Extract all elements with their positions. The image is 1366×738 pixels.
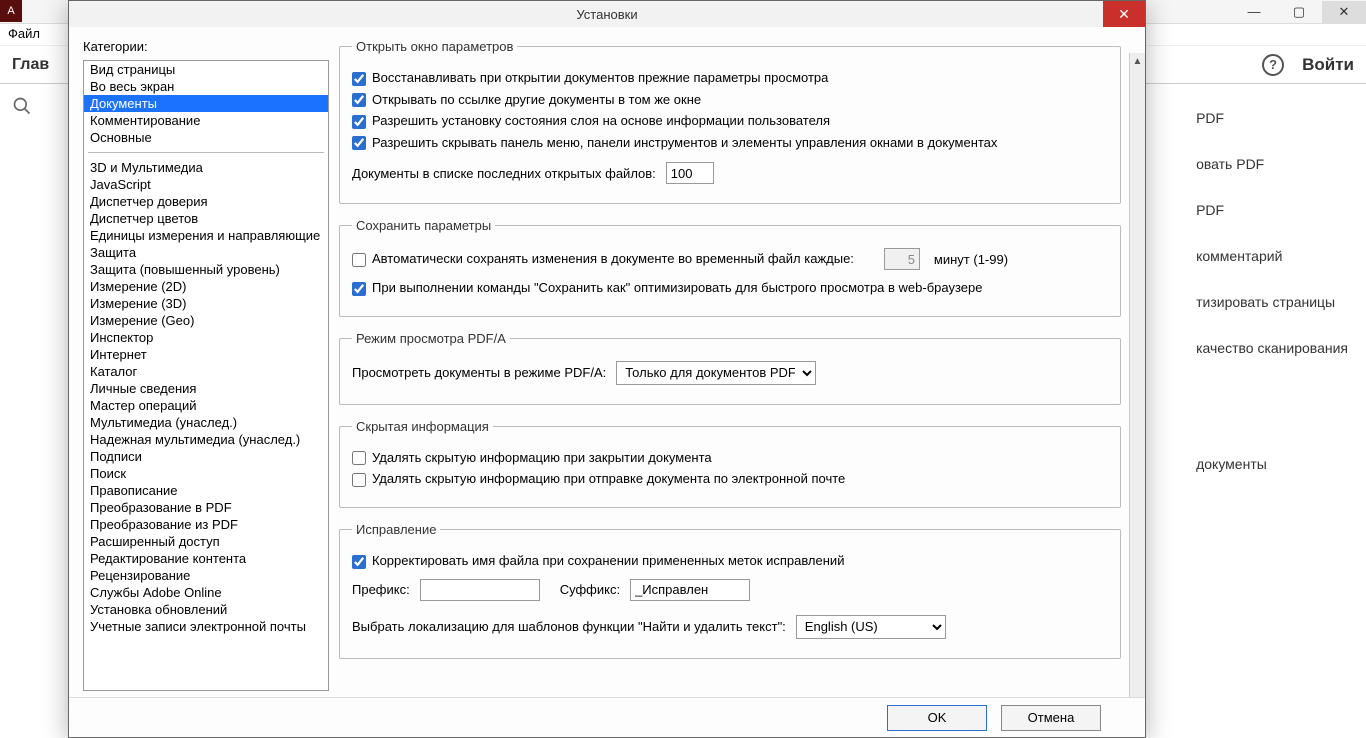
right-item[interactable]: тизировать страницы: [1196, 294, 1348, 310]
category-item[interactable]: Рецензирование: [84, 567, 328, 584]
category-item[interactable]: Подписи: [84, 448, 328, 465]
help-icon[interactable]: ?: [1262, 54, 1284, 76]
right-item[interactable]: качество сканирования: [1196, 340, 1348, 356]
dialog-scrollbar[interactable]: ▲: [1129, 53, 1145, 697]
cb-hide-menubar[interactable]: Разрешить скрывать панель меню, панели и…: [352, 135, 997, 150]
right-panel: PDF овать PDF PDF комментарий тизировать…: [1196, 110, 1348, 472]
cb-restore-view[interactable]: Восстанавливать при открытии документов …: [352, 70, 828, 85]
categories-list[interactable]: Вид страницыВо весь экранДокументыКоммен…: [83, 60, 329, 691]
category-item[interactable]: Службы Adobe Online: [84, 584, 328, 601]
category-item[interactable]: Измерение (2D): [84, 278, 328, 295]
category-item[interactable]: JavaScript: [84, 176, 328, 193]
right-item[interactable]: PDF: [1196, 202, 1348, 218]
locale-select[interactable]: English (US): [796, 615, 946, 639]
category-item[interactable]: Установка обновлений: [84, 601, 328, 618]
category-item[interactable]: Защита: [84, 244, 328, 261]
menu-file[interactable]: Файл: [8, 26, 40, 41]
category-item[interactable]: Преобразование из PDF: [84, 516, 328, 533]
scroll-up-icon[interactable]: ▲: [1130, 53, 1145, 69]
category-item[interactable]: Комментирование: [84, 112, 328, 129]
cb-layer-state[interactable]: Разрешить установку состояния слоя на ос…: [352, 113, 830, 128]
category-item[interactable]: Учетные записи электронной почты: [84, 618, 328, 635]
group-hidden-info: Скрытая информация Удалять скрытую инфор…: [339, 419, 1121, 508]
window-minimize[interactable]: —: [1232, 1, 1276, 23]
category-item[interactable]: Интернет: [84, 346, 328, 363]
login-button[interactable]: Войти: [1302, 55, 1354, 75]
category-item[interactable]: Поиск: [84, 465, 328, 482]
category-item[interactable]: Надежная мультимедиа (унаслед.): [84, 431, 328, 448]
dialog-titlebar: Установки ✕: [69, 1, 1145, 27]
prefix-label: Префикс:: [352, 582, 410, 597]
toolbar-home[interactable]: Глав: [12, 56, 49, 74]
category-item[interactable]: Диспетчер доверия: [84, 193, 328, 210]
category-item[interactable]: Редактирование контента: [84, 550, 328, 567]
category-item[interactable]: Мастер операций: [84, 397, 328, 414]
categories-label: Категории:: [83, 39, 329, 54]
right-item[interactable]: овать PDF: [1196, 156, 1348, 172]
category-item[interactable]: Документы: [84, 95, 328, 112]
category-item[interactable]: Преобразование в PDF: [84, 499, 328, 516]
group-legend: Исправление: [352, 522, 440, 537]
dialog-title: Установки: [576, 7, 637, 22]
pdfa-mode-select[interactable]: Только для документов PDF/A: [616, 361, 816, 385]
window-close[interactable]: ✕: [1322, 1, 1366, 23]
category-item[interactable]: Инспектор: [84, 329, 328, 346]
right-item[interactable]: комментарий: [1196, 248, 1348, 264]
category-item[interactable]: 3D и Мультимедиа: [84, 159, 328, 176]
category-item[interactable]: Расширенный доступ: [84, 533, 328, 550]
cb-adjust-filename[interactable]: Корректировать имя файла при сохранении …: [352, 553, 844, 568]
category-item[interactable]: Во весь экран: [84, 78, 328, 95]
recent-docs-label: Документы в списке последних открытых фа…: [352, 166, 656, 181]
cb-remove-on-email[interactable]: Удалять скрытую информацию при отправке …: [352, 471, 845, 486]
category-item[interactable]: Правописание: [84, 482, 328, 499]
right-item[interactable]: документы: [1196, 456, 1348, 472]
group-save-params: Сохранить параметры Автоматически сохран…: [339, 218, 1121, 317]
cb-open-same-window[interactable]: Открывать по ссылке другие документы в т…: [352, 92, 701, 107]
category-separator: [88, 152, 324, 153]
group-open-params: Открыть окно параметров Восстанавливать …: [339, 39, 1121, 204]
cb-remove-on-close[interactable]: Удалять скрытую информацию при закрытии …: [352, 450, 712, 465]
cb-autosave[interactable]: Автоматически сохранять изменения в доку…: [352, 251, 854, 267]
pdfa-mode-label: Просмотреть документы в режиме PDF/A:: [352, 365, 606, 380]
category-item[interactable]: Диспетчер цветов: [84, 210, 328, 227]
cancel-button[interactable]: Отмена: [1001, 705, 1101, 731]
group-legend: Режим просмотра PDF/A: [352, 331, 510, 346]
autosave-minutes-input: [884, 248, 920, 270]
prefix-input[interactable]: [420, 579, 540, 601]
category-item[interactable]: Измерение (Geo): [84, 312, 328, 329]
category-item[interactable]: Защита (повышенный уровень): [84, 261, 328, 278]
group-legend: Скрытая информация: [352, 419, 493, 434]
settings-panel: Открыть окно параметров Восстанавливать …: [339, 39, 1135, 691]
autosave-minutes-suffix: минут (1-99): [934, 252, 1008, 267]
category-item[interactable]: Вид страницы: [84, 61, 328, 78]
category-item[interactable]: Основные: [84, 129, 328, 146]
dialog-close-button[interactable]: ✕: [1103, 1, 1145, 27]
app-logo: A: [0, 0, 22, 22]
category-item[interactable]: Каталог: [84, 363, 328, 380]
category-item[interactable]: Единицы измерения и направляющие: [84, 227, 328, 244]
suffix-label: Суффикс:: [560, 582, 620, 597]
group-pdfa: Режим просмотра PDF/A Просмотреть докуме…: [339, 331, 1121, 405]
suffix-input[interactable]: [630, 579, 750, 601]
locale-label: Выбрать локализацию для шаблонов функции…: [352, 619, 786, 634]
category-item[interactable]: Мультимедиа (унаслед.): [84, 414, 328, 431]
category-item[interactable]: Личные сведения: [84, 380, 328, 397]
window-maximize[interactable]: ▢: [1277, 1, 1321, 23]
right-item[interactable]: PDF: [1196, 110, 1348, 126]
cb-fast-web-view[interactable]: При выполнении команды "Сохранить как" о…: [352, 280, 983, 295]
preferences-dialog: Установки ✕ Категории: Вид страницыВо ве…: [68, 0, 1146, 738]
group-legend: Открыть окно параметров: [352, 39, 517, 54]
group-legend: Сохранить параметры: [352, 218, 495, 233]
search-icon: [12, 96, 32, 116]
ok-button[interactable]: OK: [887, 705, 987, 731]
recent-docs-input[interactable]: [666, 162, 714, 184]
group-redaction: Исправление Корректировать имя файла при…: [339, 522, 1121, 659]
category-item[interactable]: Измерение (3D): [84, 295, 328, 312]
